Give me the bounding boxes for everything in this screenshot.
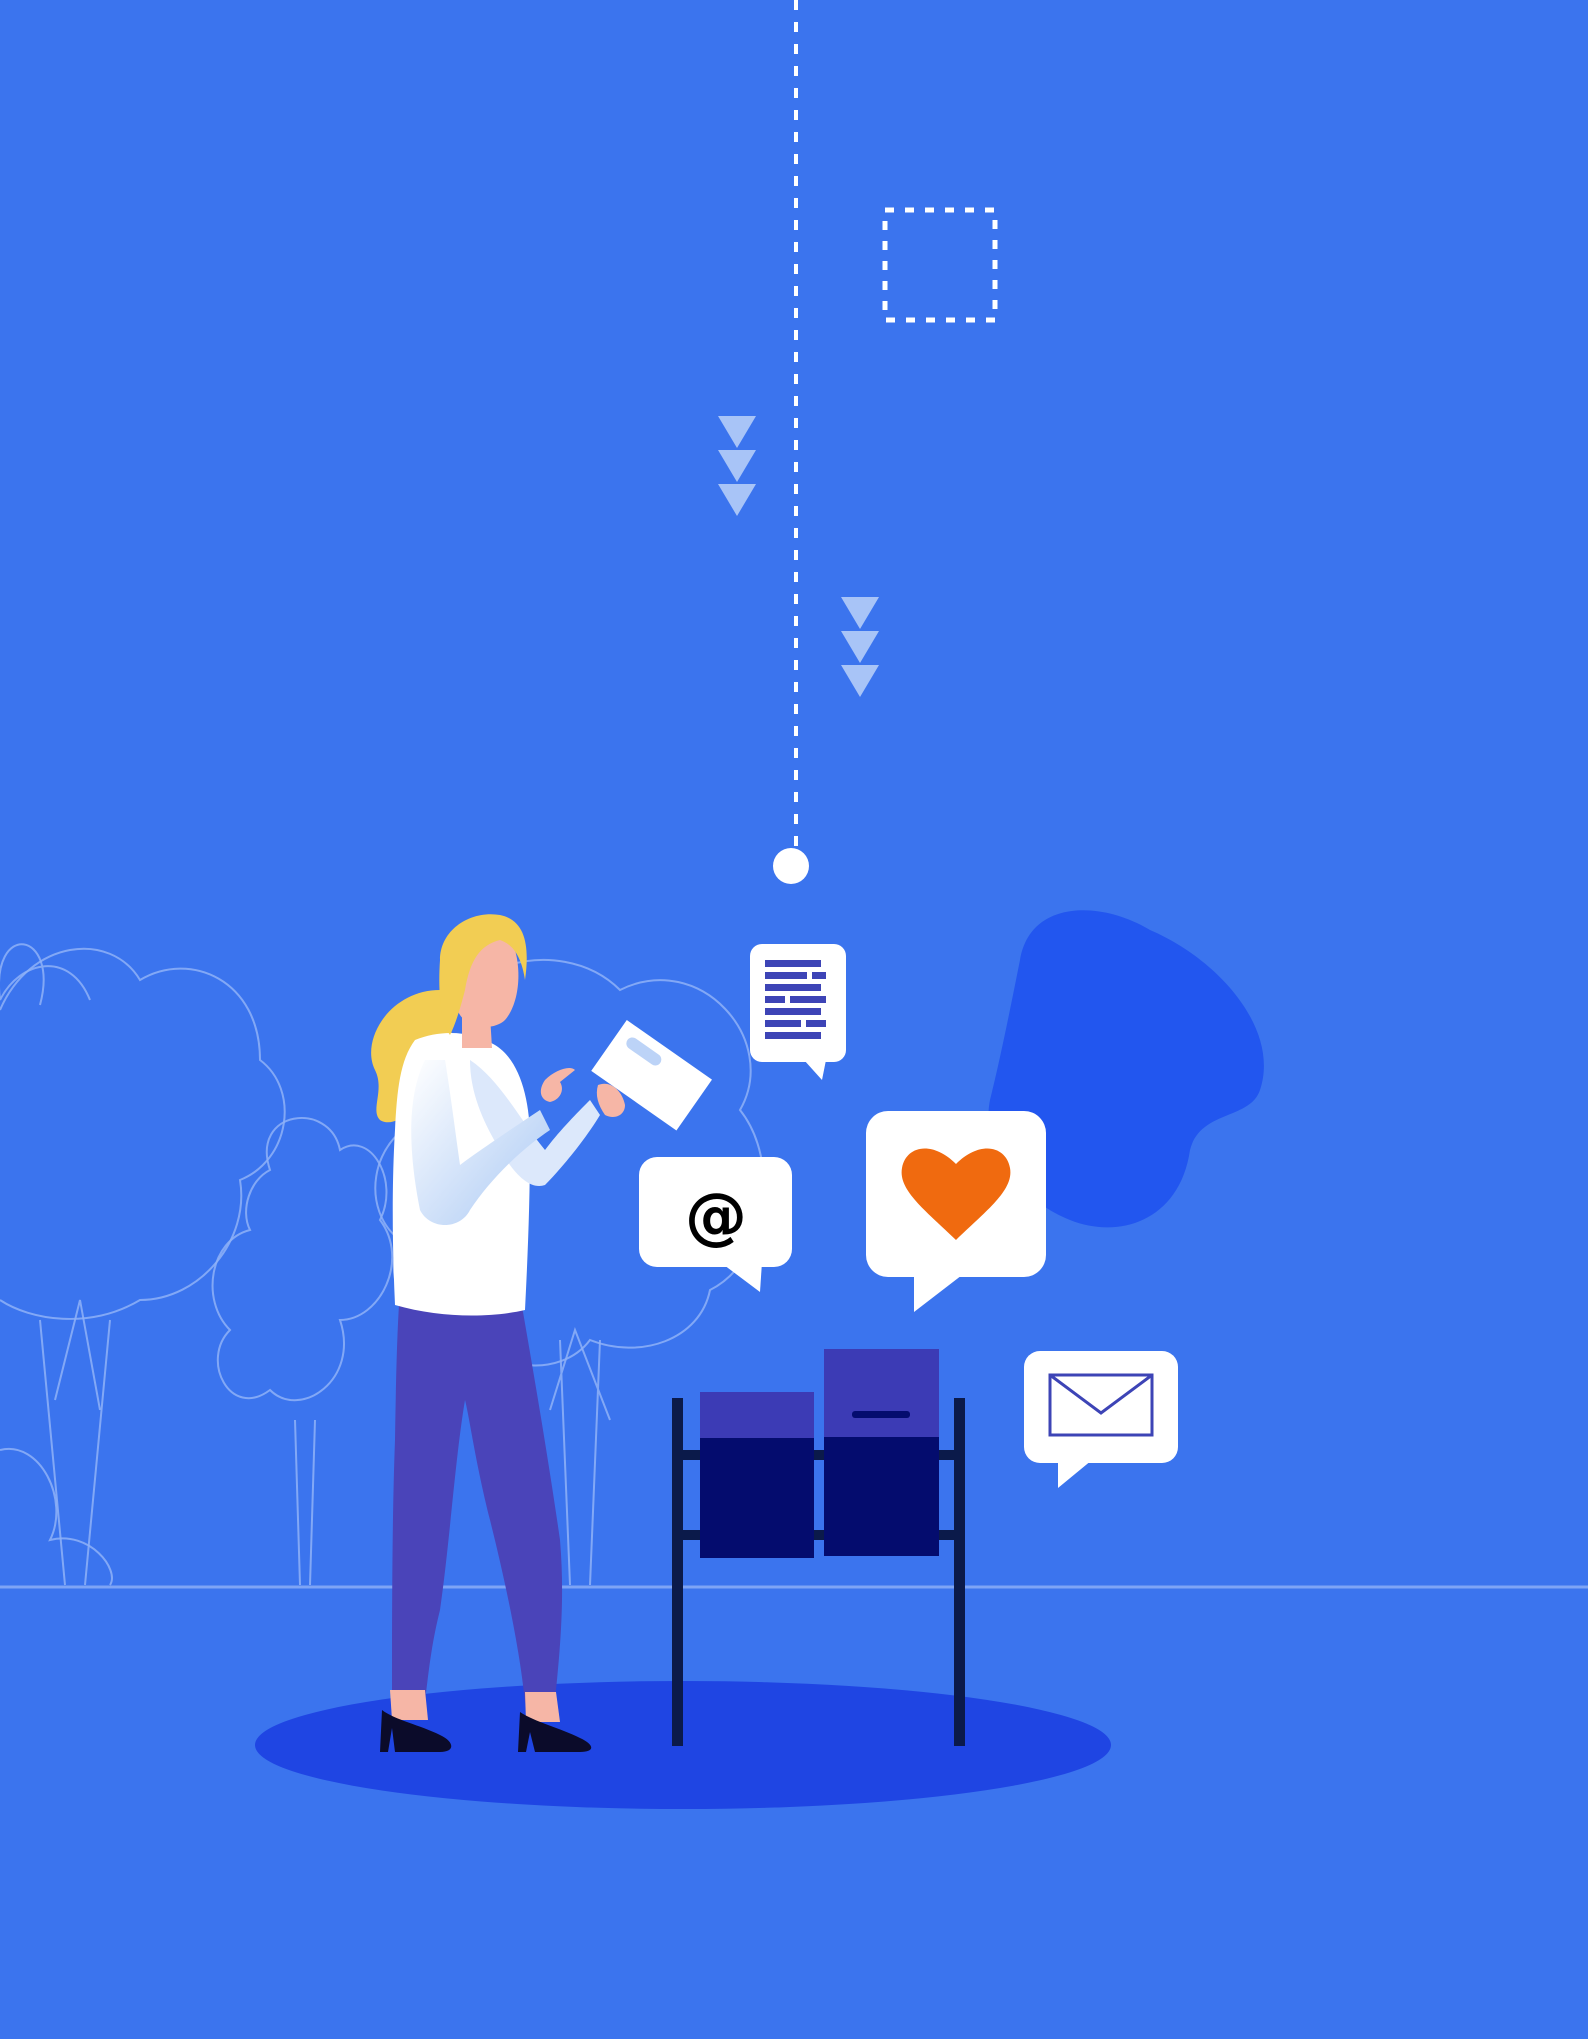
document-bubble-icon xyxy=(750,944,846,1080)
illustration-scene: @ xyxy=(0,0,1588,2039)
mailbox-right xyxy=(824,1349,939,1556)
mailbox-left xyxy=(700,1392,814,1558)
at-sign-text: @ xyxy=(685,1179,747,1252)
drop-end-dot xyxy=(773,848,809,884)
